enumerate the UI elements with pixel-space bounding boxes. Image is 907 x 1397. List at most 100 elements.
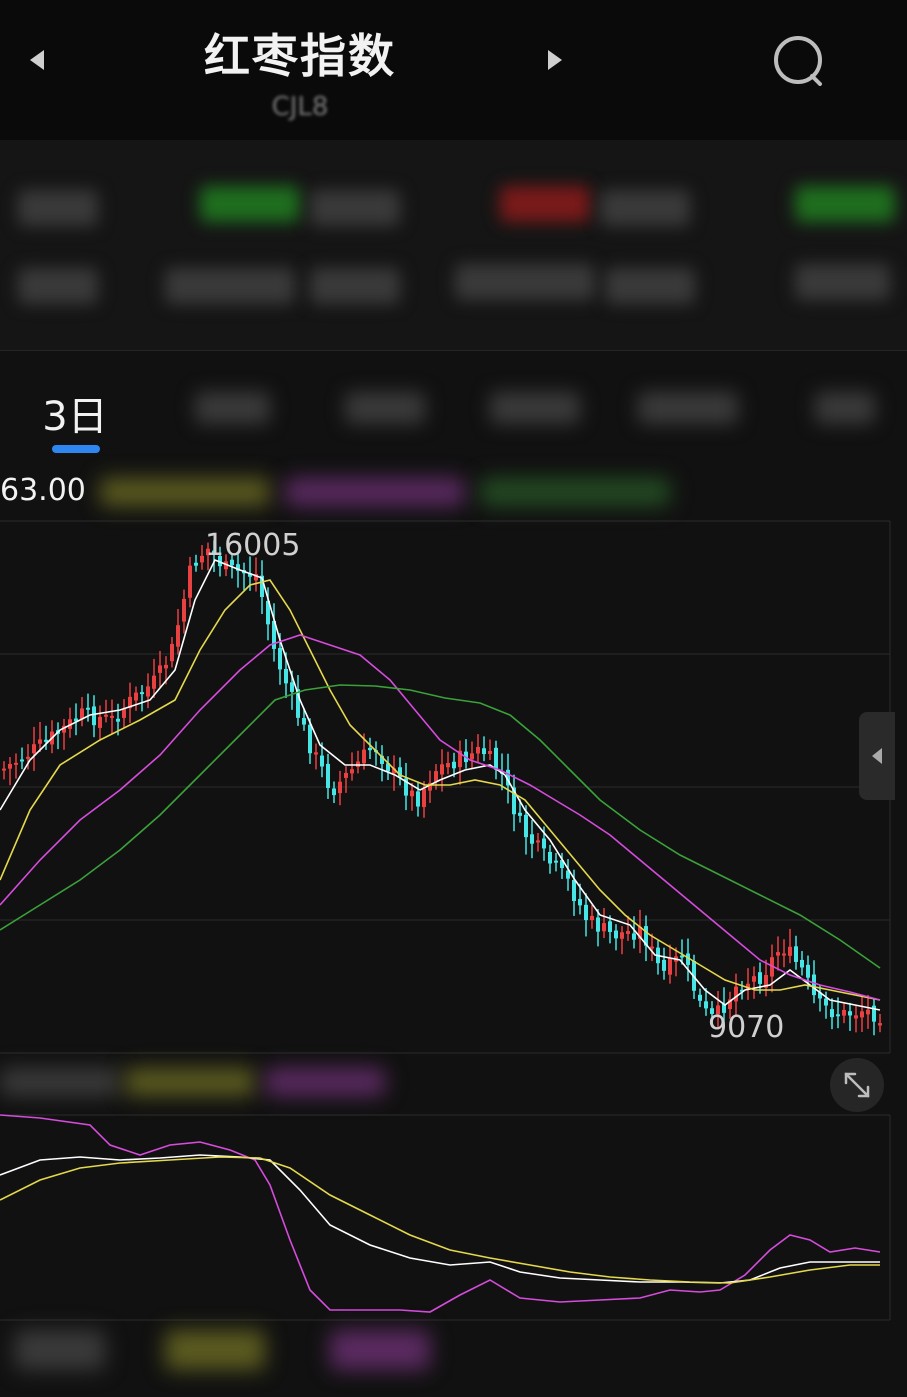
candle-body — [158, 665, 162, 673]
candle-body — [836, 1014, 840, 1017]
candle-body — [368, 747, 372, 751]
candle-body — [146, 686, 150, 697]
ma-legend-magenta — [285, 478, 465, 506]
candle-body — [596, 917, 600, 932]
candle-body — [314, 752, 318, 755]
candle-body — [200, 555, 204, 563]
ma-line-yellow — [0, 579, 881, 1001]
candle-body — [854, 1015, 858, 1019]
candle-body — [752, 976, 756, 982]
candle-body — [194, 562, 198, 566]
candle-body — [98, 716, 102, 728]
candle-body — [542, 838, 546, 849]
search-icon[interactable] — [772, 34, 824, 86]
candle-body — [476, 746, 480, 754]
moving-average-lines — [0, 558, 881, 1011]
candle-body — [122, 708, 126, 718]
chevron-left-icon — [872, 748, 882, 764]
candle-body — [494, 747, 498, 770]
candle-body — [104, 714, 108, 717]
candle-body — [812, 974, 816, 996]
candle-body — [824, 998, 828, 1006]
candle-body — [446, 763, 450, 768]
candle-body — [620, 932, 624, 939]
indicator-lines — [0, 1114, 881, 1313]
candle-body — [602, 923, 606, 932]
candle-body — [536, 840, 540, 843]
candle-body — [188, 565, 192, 598]
bottom-legend-3 — [330, 1330, 430, 1370]
candle-body — [704, 1001, 708, 1009]
candle-body — [668, 958, 672, 975]
candle-body — [830, 1009, 834, 1018]
candle-body — [170, 644, 174, 662]
candle-body — [338, 781, 342, 794]
candle-body — [284, 668, 288, 684]
tab-blurred-3[interactable] — [490, 392, 580, 424]
candle-body — [806, 964, 810, 978]
indicator-line-yellow — [0, 1156, 880, 1284]
candle-body — [140, 692, 144, 695]
candle-body — [530, 834, 534, 844]
period-tabs — [0, 360, 907, 460]
sub-legend-1 — [0, 1068, 120, 1096]
kline-chart[interactable] — [0, 510, 907, 1397]
candle-body — [524, 814, 528, 838]
expand-arrows-icon — [844, 1072, 870, 1098]
candle-body — [302, 718, 306, 725]
candle-body — [164, 664, 168, 669]
ma-legend-green — [480, 478, 670, 506]
ma-legend-yellow — [100, 478, 270, 506]
side-panel-toggle[interactable] — [859, 712, 895, 800]
price-axis-top-label: 63.00 — [0, 473, 86, 508]
candle-body — [848, 1011, 852, 1016]
candle-body — [434, 771, 438, 783]
candle-body — [86, 707, 90, 710]
candle-body — [608, 921, 612, 932]
candle-body — [452, 761, 456, 769]
contract-code: CJL8 — [271, 92, 329, 122]
ma-line-green — [0, 684, 881, 969]
candle-body — [116, 718, 120, 722]
candle-body — [176, 625, 180, 647]
candle-body — [290, 682, 294, 692]
candle-body — [860, 1011, 864, 1018]
tab-blurred-1[interactable] — [195, 392, 270, 424]
candle-body — [650, 946, 654, 949]
candle-body — [470, 753, 474, 760]
candle-body — [572, 879, 576, 902]
candle-body — [548, 851, 552, 864]
tab-blurred-2[interactable] — [345, 392, 425, 424]
prev-contract-icon[interactable] — [30, 50, 44, 70]
candle-body — [518, 812, 522, 816]
tab-blurred-4[interactable] — [638, 392, 738, 424]
candle-body — [800, 959, 804, 968]
candle-body — [332, 788, 336, 796]
candle-body — [776, 952, 780, 956]
bottom-legend-1 — [15, 1330, 105, 1370]
tab-3day[interactable]: 3日 — [30, 384, 120, 442]
candle-body — [440, 764, 444, 775]
tab-blurred-5[interactable] — [815, 392, 875, 424]
candle-body — [320, 755, 324, 767]
candle-body — [878, 1023, 882, 1026]
candle-body — [782, 953, 786, 956]
candle-body — [134, 692, 138, 701]
candle-body — [626, 931, 630, 934]
page-title: 红枣指数 — [204, 29, 396, 83]
candle-body — [14, 762, 18, 765]
candle-body — [152, 675, 156, 689]
candle-body — [20, 759, 24, 762]
candle-body — [344, 772, 348, 778]
next-contract-icon[interactable] — [548, 50, 562, 70]
candle-body — [788, 946, 792, 956]
candle-body — [308, 724, 312, 754]
high-price-annotation: 16005 — [205, 528, 301, 563]
candle-body — [584, 904, 588, 921]
expand-chart-button[interactable] — [830, 1058, 884, 1112]
indicator-line-magenta — [0, 1114, 881, 1313]
candle-body — [362, 749, 366, 764]
bottom-legend-2 — [165, 1330, 265, 1370]
candle-body — [410, 790, 414, 797]
candle-body — [26, 756, 30, 759]
